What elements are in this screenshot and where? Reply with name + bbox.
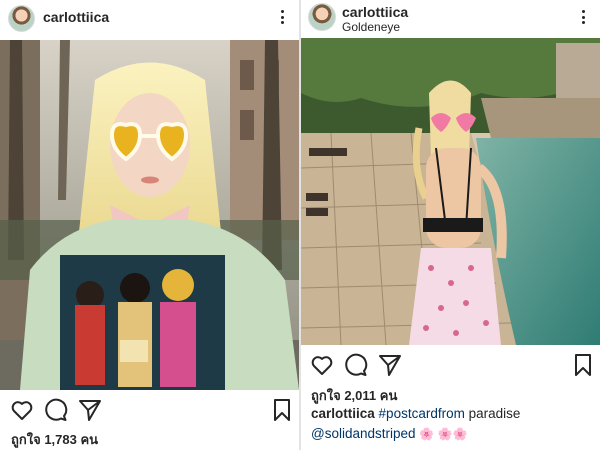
caption-text: paradise	[468, 406, 521, 421]
avatar[interactable]	[8, 5, 35, 32]
heart-icon[interactable]	[310, 353, 334, 377]
bookmark-icon[interactable]	[571, 353, 595, 377]
comment-icon[interactable]	[44, 398, 68, 422]
caption-username[interactable]: carlottiica	[311, 406, 375, 421]
more-options-icon[interactable]	[281, 10, 285, 26]
more-options-icon[interactable]	[582, 10, 586, 26]
hashtag-link[interactable]: #postcardfrom	[379, 406, 465, 421]
comment-icon[interactable]	[344, 353, 368, 377]
post-left: carlottiica ถูกใจ 1,783 คน	[0, 0, 299, 450]
heart-icon[interactable]	[10, 398, 34, 422]
action-bar	[301, 351, 600, 379]
post-photo[interactable]	[301, 38, 600, 345]
bookmark-icon[interactable]	[270, 398, 294, 422]
avatar[interactable]	[308, 3, 336, 31]
photo-blonde-heart-sunglasses	[0, 40, 299, 390]
location[interactable]: Goldeneye	[342, 20, 400, 34]
post-photo[interactable]	[0, 40, 299, 390]
share-icon[interactable]	[378, 353, 402, 377]
share-icon[interactable]	[78, 398, 102, 422]
flower-emoji: 🌸 🌸🌸	[419, 427, 468, 441]
action-bar	[0, 396, 299, 424]
post-header: carlottiica Goldeneye	[301, 0, 600, 40]
likes-count[interactable]: ถูกใจ 1,783 คน	[11, 429, 98, 450]
username[interactable]: carlottiica	[43, 9, 109, 25]
photo-pool-paradise	[301, 38, 600, 345]
username[interactable]: carlottiica	[342, 4, 408, 20]
post-header: carlottiica	[0, 0, 299, 40]
mention-link[interactable]: @solidandstriped	[311, 426, 416, 441]
likes-count[interactable]: ถูกใจ 2,011 คน	[311, 385, 397, 406]
post-caption: carlottiica #postcardfrom paradise @soli…	[311, 404, 596, 444]
post-right: carlottiica Goldeneye ถูกใจ 2,011 คน car…	[301, 0, 600, 450]
